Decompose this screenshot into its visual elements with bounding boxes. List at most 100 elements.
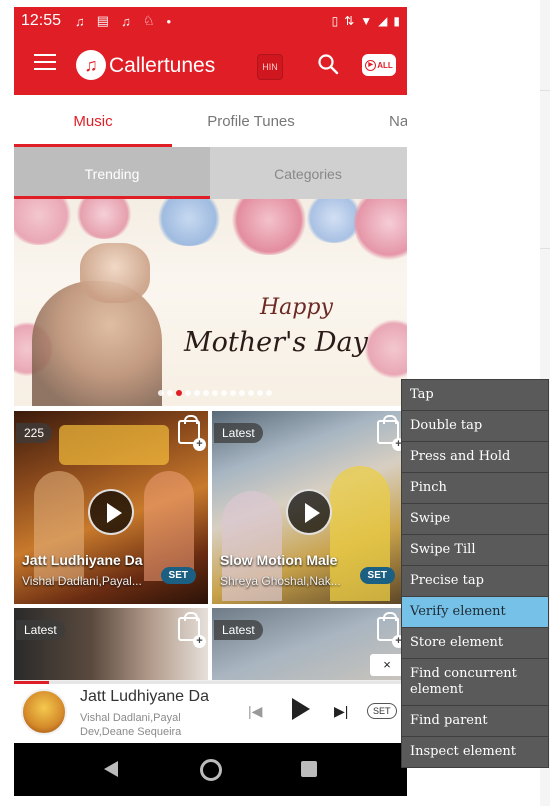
wifi-icon: ▼	[360, 14, 373, 28]
song-card[interactable]: Latest +	[14, 608, 208, 680]
notification-music-icon: ♫	[75, 13, 85, 29]
play-circle-icon: ▶	[365, 59, 377, 71]
song-card[interactable]: 225 + Jatt Ludhiyane Da Vishal Dadlani,P…	[14, 411, 208, 604]
divider	[540, 248, 550, 249]
latest-badge: Latest	[16, 620, 65, 640]
banner-text-mothers-day: Mother's Day	[184, 327, 368, 358]
baby-image	[80, 243, 150, 303]
play-button[interactable]	[88, 489, 134, 535]
main-tabs: Music Profile Tunes Name	[14, 95, 407, 147]
menu-item-double-tap[interactable]: Double tap	[402, 411, 548, 442]
vibrate-icon: ▯	[331, 14, 339, 28]
song-card[interactable]: Latest + Slow Motion Male Shreya Ghoshal…	[212, 411, 407, 604]
menu-item-tap[interactable]: Tap	[402, 380, 548, 411]
status-right-icons: ▯ ⇅ ▼ ◢ ▮	[332, 14, 400, 28]
song-title: Slow Motion Male	[220, 552, 338, 568]
song-artist: Vishal Dadlani,Payal...	[22, 574, 142, 588]
recent-apps-icon[interactable]	[301, 761, 317, 777]
menu-item-pinch[interactable]: Pinch	[402, 473, 548, 504]
album-art	[21, 689, 67, 735]
flower-decoration	[14, 199, 74, 245]
menu-item-find-parent[interactable]: Find parent	[402, 706, 548, 737]
carousel-dot	[266, 390, 272, 396]
add-icon[interactable]: +	[193, 438, 206, 451]
now-playing-artist: Vishal Dadlani,Payal Dev,Deane Sequeira	[80, 712, 182, 738]
menu-item-press-and-hold[interactable]: Press and Hold	[402, 442, 548, 473]
carousel-dot	[257, 390, 263, 396]
screen: 12:55 ♫ ▤ ♫ ♘ • ▯ ⇅ ▼ ◢ ▮ ♫ Callertunes …	[0, 0, 550, 806]
menu-item-precise-tap[interactable]: Precise tap	[402, 566, 548, 597]
flower-decoration	[154, 199, 224, 246]
carousel-dot	[221, 390, 227, 396]
menu-item-find-concurrent-element[interactable]: Find concurrent element	[402, 659, 548, 706]
carousel-dot	[167, 390, 173, 396]
menu-item-inspect-element[interactable]: Inspect element	[402, 737, 548, 767]
next-track-icon[interactable]: ▶|	[334, 703, 348, 720]
play-all-button[interactable]: ▶ ALL	[362, 54, 396, 76]
carousel-dot	[194, 390, 200, 396]
carousel-dot	[203, 390, 209, 396]
language-button[interactable]: HIN	[257, 54, 283, 80]
menu-item-store-element[interactable]: Store element	[402, 628, 548, 659]
song-title: Jatt Ludhiyane Da	[22, 552, 143, 568]
search-icon[interactable]	[317, 53, 339, 75]
set-button[interactable]: SET	[160, 567, 196, 584]
tab-profile-tunes[interactable]: Profile Tunes	[172, 95, 330, 147]
menu-icon[interactable]	[34, 54, 56, 72]
carousel-dot	[212, 390, 218, 396]
close-button[interactable]: ×	[370, 654, 404, 676]
flower-decoration	[354, 199, 407, 263]
previous-track-icon[interactable]: |◀	[248, 703, 262, 720]
carousel-dot-active	[176, 390, 182, 396]
carousel-indicator	[158, 390, 272, 396]
flower-decoration	[74, 199, 134, 239]
status-time: 12:55	[21, 12, 62, 29]
playback-progress-fill	[14, 681, 50, 684]
phone-screen: 12:55 ♫ ▤ ♫ ♘ • ▯ ⇅ ▼ ◢ ▮ ♫ Callertunes …	[14, 7, 407, 796]
notification-music-icon: ♫	[121, 13, 131, 29]
carousel-dot	[230, 390, 236, 396]
signal-icon: ◢	[378, 14, 388, 28]
home-icon[interactable]	[200, 759, 222, 781]
notification-dot-icon: •	[166, 13, 172, 29]
action-context-menu: Tap Double tap Press and Hold Pinch Swip…	[401, 379, 549, 768]
subtab-categories[interactable]: Categories	[210, 147, 406, 199]
set-button[interactable]: SET	[367, 703, 397, 719]
subtab-trending[interactable]: Trending	[14, 147, 210, 199]
back-icon[interactable]	[104, 761, 118, 777]
actor-figure	[144, 471, 194, 581]
add-icon[interactable]: +	[193, 635, 206, 648]
play-button[interactable]	[286, 489, 332, 535]
notification-message-icon: ▤	[96, 13, 110, 28]
divider	[540, 90, 550, 91]
latest-badge: Latest	[214, 423, 263, 443]
menu-item-swipe-till[interactable]: Swipe Till	[402, 535, 548, 566]
tab-music[interactable]: Music	[14, 95, 172, 147]
app-logo-icon: ♫	[76, 50, 106, 80]
promo-banner[interactable]: Happy Mother's Day	[14, 199, 407, 406]
play-icon[interactable]	[292, 698, 310, 720]
carousel-dot	[248, 390, 254, 396]
movie-title-art	[59, 425, 169, 465]
tab-name[interactable]: Name	[330, 95, 407, 147]
menu-item-verify-element[interactable]: Verify element	[402, 597, 548, 628]
app-title: Callertunes	[109, 54, 216, 77]
playback-progress[interactable]	[14, 681, 407, 684]
carousel-dot	[158, 390, 164, 396]
now-playing-title: Jatt Ludhiyane Da	[80, 688, 209, 705]
mini-player[interactable]: Jatt Ludhiyane Da Vishal Dadlani,Payal D…	[14, 680, 407, 743]
flower-decoration	[229, 199, 309, 255]
song-artist: Shreya Ghoshal,Nak...	[220, 574, 341, 588]
latest-badge: Latest	[214, 620, 263, 640]
banner-text-happy: Happy	[260, 295, 333, 320]
notification-bot-icon: ♘	[142, 13, 155, 28]
data-icon: ⇅	[344, 14, 355, 28]
play-count-badge: 225	[16, 423, 53, 443]
play-all-label: ALL	[377, 60, 393, 70]
menu-item-swipe[interactable]: Swipe	[402, 504, 548, 535]
carousel-dot	[185, 390, 191, 396]
set-button[interactable]: SET	[359, 567, 395, 584]
flower-decoration	[364, 319, 407, 379]
carousel-dot	[239, 390, 245, 396]
app-bar: ♫ Callertunes HIN ▶ ALL	[14, 35, 407, 95]
